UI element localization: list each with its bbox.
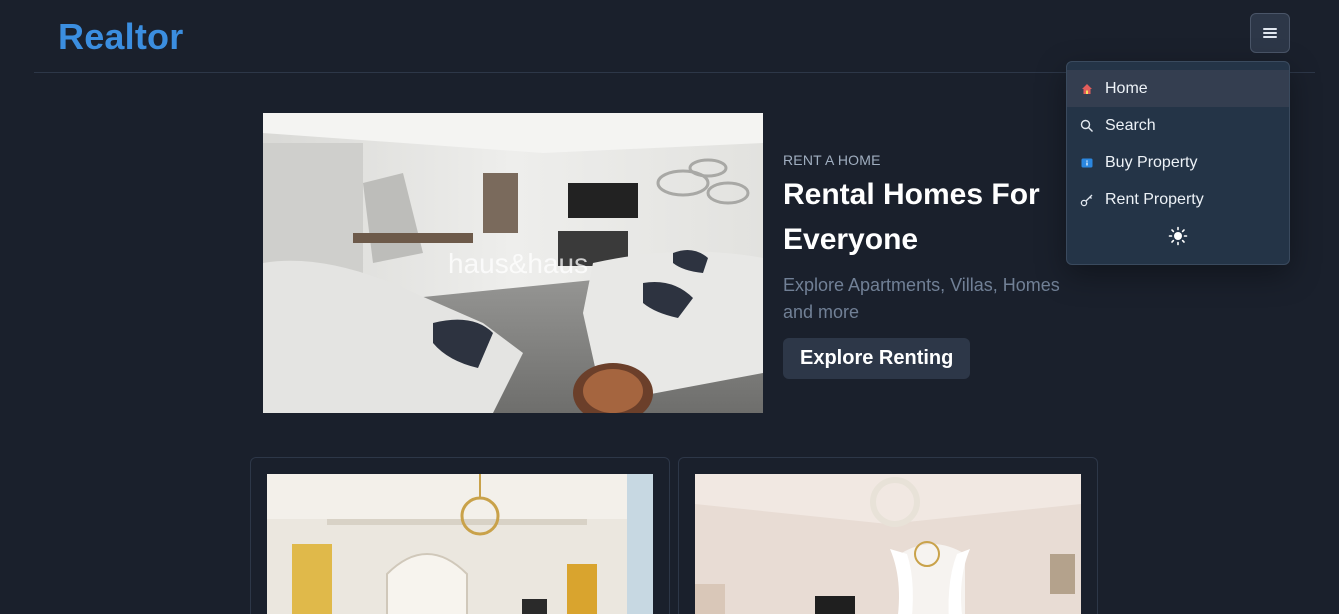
hero-subtitle: Explore Apartments, Villas, Homes and mo… (783, 275, 1060, 322)
hero-image-living-room: haus&haus (263, 113, 763, 413)
menu-item-label: Rent Property (1105, 190, 1204, 208)
menu-toggle-button[interactable] (1250, 13, 1290, 53)
nav-dropdown-menu: Home Search Buy Property Rent Property (1066, 61, 1290, 265)
hero-title: Rental Homes For Everyone (783, 178, 1040, 256)
info-badge-icon (1080, 156, 1094, 170)
property-card-image (267, 474, 653, 614)
key-icon (1080, 193, 1094, 207)
menu-item-buy-property[interactable]: Buy Property (1067, 144, 1289, 181)
explore-renting-button[interactable]: Explore Renting (783, 338, 971, 379)
property-card-image (695, 474, 1081, 614)
image-watermark: haus&haus (448, 248, 588, 279)
menu-item-label: Home (1105, 79, 1148, 97)
menu-item-rent-property[interactable]: Rent Property (1067, 181, 1289, 218)
site-logo[interactable]: Realtor (58, 16, 183, 58)
menu-item-search[interactable]: Search (1067, 107, 1289, 144)
menu-item-label: Search (1105, 116, 1156, 134)
property-card[interactable] (678, 457, 1098, 614)
search-icon (1080, 119, 1094, 133)
hero-eyebrow: RENT A HOME (783, 152, 881, 168)
property-card[interactable] (250, 457, 670, 614)
theme-toggle-sun-icon[interactable] (1168, 226, 1188, 251)
menu-item-home[interactable]: Home (1067, 70, 1289, 107)
hamburger-icon (1263, 28, 1277, 38)
menu-item-label: Buy Property (1105, 153, 1198, 171)
home-icon (1080, 82, 1094, 96)
hero-text-block: RENT A HOME Rental Homes For Everyone Ex… (783, 150, 1083, 379)
